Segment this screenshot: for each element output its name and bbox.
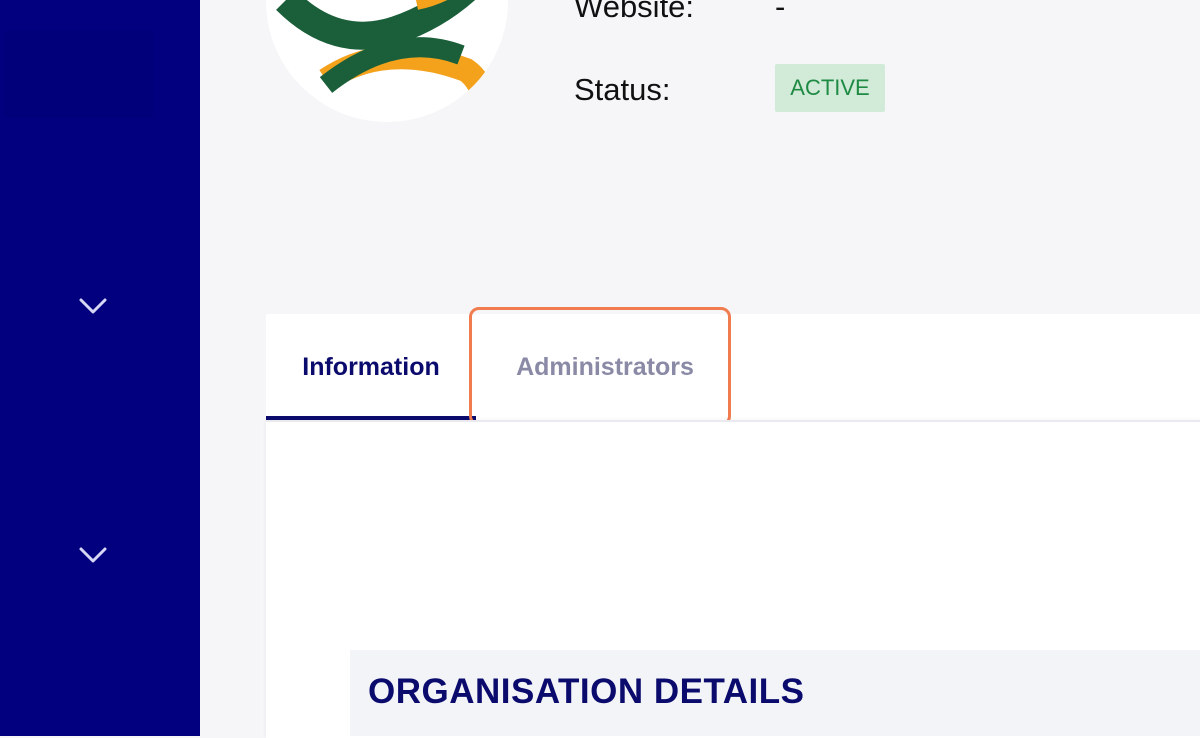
- status-label: Status:: [574, 72, 671, 107]
- website-value: -: [775, 0, 786, 24]
- status-badge: ACTIVE: [775, 64, 885, 112]
- sidebar: [0, 0, 200, 736]
- chevron-down-icon[interactable]: [78, 296, 108, 316]
- organisation-logo: [266, 0, 508, 122]
- tab-bar: Information Administrators: [266, 314, 1200, 420]
- website-label: Website:: [574, 0, 695, 24]
- tab-administrators[interactable]: Administrators: [480, 314, 730, 420]
- sidebar-logo-area: [4, 30, 154, 118]
- section-title: ORGANISATION DETAILS: [368, 672, 805, 711]
- chevron-down-icon[interactable]: [78, 545, 108, 565]
- organisation-details-section: ORGANISATION DETAILS: [350, 650, 1200, 736]
- tab-information[interactable]: Information: [266, 314, 476, 420]
